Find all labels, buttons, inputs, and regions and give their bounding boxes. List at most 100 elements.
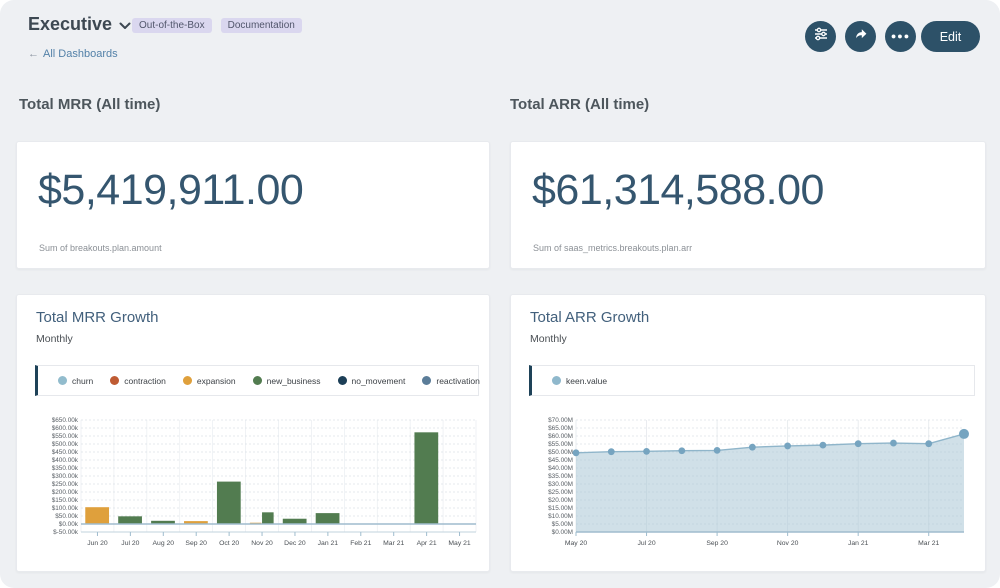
total-mrr-card: $5,419,911.00 Sum of breakouts.plan.amou…	[16, 141, 490, 269]
dashboard-page: Executive Out-of-the-Box Documentation ←…	[0, 0, 1000, 588]
all-dashboards-label: All Dashboards	[43, 48, 118, 60]
svg-text:Mar 21: Mar 21	[383, 540, 404, 547]
svg-text:$400.00k: $400.00k	[52, 457, 79, 464]
legend-dot	[58, 376, 67, 385]
svg-text:Dec 20: Dec 20	[284, 540, 306, 547]
svg-text:Nov 20: Nov 20	[777, 540, 799, 547]
svg-text:May 20: May 20	[565, 540, 588, 547]
legend-label: new_business	[267, 376, 321, 386]
legend-dot	[338, 376, 347, 385]
more-options-button[interactable]: ●●●	[885, 21, 916, 52]
badge-out-of-the-box: Out-of-the-Box	[132, 18, 212, 33]
legend-dot	[110, 376, 119, 385]
legend-label: expansion	[197, 376, 236, 386]
legend-item-churn[interactable]: churn	[58, 376, 93, 386]
svg-text:$25.00M: $25.00M	[548, 489, 573, 496]
svg-text:$15.00M: $15.00M	[548, 505, 573, 512]
svg-text:$10.00M: $10.00M	[548, 513, 573, 520]
mrr-growth-title: Total MRR Growth	[36, 309, 159, 326]
svg-text:Jul 20: Jul 20	[121, 540, 139, 547]
total-arr-subtext: Sum of saas_metrics.breakouts.plan.arr	[533, 243, 692, 253]
mrr-growth-bar-chart: $650.00k$600.00k$550.00k$500.00k$450.00k…	[21, 411, 483, 569]
svg-text:Aug 20: Aug 20	[153, 540, 175, 547]
legend-item-new_business[interactable]: new_business	[253, 376, 321, 386]
svg-text:Sep 20: Sep 20	[185, 540, 207, 547]
legend-dot	[552, 376, 561, 385]
svg-text:$0.00M: $0.00M	[552, 529, 573, 536]
total-mrr-subtext: Sum of breakouts.plan.amount	[39, 243, 162, 253]
badge-documentation: Documentation	[221, 18, 302, 33]
mrr-section-heading: Total MRR (All time)	[19, 96, 160, 113]
chevron-down-icon	[119, 14, 131, 35]
svg-text:$65.00M: $65.00M	[548, 425, 573, 432]
svg-text:May 21: May 21	[448, 540, 471, 547]
legend-label: churn	[72, 376, 93, 386]
arr-growth-area-chart: $70.00M$65.00M$60.00M$55.00M$50.00M$45.0…	[515, 411, 977, 569]
arr-growth-legend: keen.value	[529, 365, 975, 396]
arr-growth-subtitle: Monthly	[530, 333, 567, 345]
svg-text:$250.00k: $250.00k	[52, 481, 79, 488]
mrr-growth-subtitle: Monthly	[36, 333, 73, 345]
svg-text:$100.00k: $100.00k	[52, 505, 79, 512]
svg-text:$55.00M: $55.00M	[548, 441, 573, 448]
svg-text:Nov 20: Nov 20	[251, 540, 273, 547]
svg-text:Jun 20: Jun 20	[87, 540, 108, 547]
legend-item-keen.value[interactable]: keen.value	[552, 376, 607, 386]
legend-dot	[183, 376, 192, 385]
all-dashboards-link[interactable]: ← All Dashboards	[28, 48, 118, 60]
svg-text:$550.00k: $550.00k	[52, 433, 79, 440]
total-arr-card: $61,314,588.00 Sum of saas_metrics.break…	[510, 141, 986, 269]
ellipsis-icon: ●●●	[891, 21, 910, 52]
svg-text:Feb 21: Feb 21	[350, 540, 371, 547]
total-arr-value: $61,314,588.00	[532, 166, 824, 215]
legend-label: keen.value	[566, 376, 607, 386]
svg-text:$450.00k: $450.00k	[52, 449, 79, 456]
svg-text:$500.00k: $500.00k	[52, 441, 79, 448]
mrr-growth-legend: churn contraction expansion new_business no_…	[35, 365, 479, 396]
legend-item-contraction[interactable]: contraction	[110, 376, 166, 386]
svg-text:$5.00M: $5.00M	[552, 521, 573, 528]
svg-text:Sep 20: Sep 20	[706, 540, 728, 547]
svg-text:$350.00k: $350.00k	[52, 465, 79, 472]
svg-text:$-50.00k: $-50.00k	[53, 529, 79, 536]
arr-section-heading: Total ARR (All time)	[510, 96, 649, 113]
svg-text:$600.00k: $600.00k	[52, 425, 79, 432]
arr-growth-card: Total ARR Growth Monthly keen.value $70.…	[510, 294, 986, 572]
svg-text:$30.00M: $30.00M	[548, 481, 573, 488]
legend-label: reactivation	[436, 376, 479, 386]
svg-text:$20.00M: $20.00M	[548, 497, 573, 504]
total-mrr-value: $5,419,911.00	[38, 166, 303, 215]
mrr-growth-card: Total MRR Growth Monthly churn contractio…	[16, 294, 490, 572]
share-button[interactable]	[845, 21, 876, 52]
edit-button[interactable]: Edit	[921, 21, 980, 52]
svg-text:$150.00k: $150.00k	[52, 497, 79, 504]
svg-text:$70.00M: $70.00M	[548, 417, 573, 424]
svg-text:Mar 21: Mar 21	[918, 540, 939, 547]
svg-text:$50.00k: $50.00k	[55, 513, 79, 520]
svg-text:$0.00k: $0.00k	[59, 521, 79, 528]
legend-item-expansion[interactable]: expansion	[183, 376, 236, 386]
legend-dot	[422, 376, 431, 385]
filters-icon	[813, 26, 829, 47]
svg-text:Jan 21: Jan 21	[318, 540, 339, 547]
arr-growth-title: Total ARR Growth	[530, 309, 649, 326]
badge-list: Out-of-the-Box Documentation	[132, 18, 302, 33]
svg-text:$40.00M: $40.00M	[548, 465, 573, 472]
svg-text:$60.00M: $60.00M	[548, 433, 573, 440]
dashboard-title-dropdown[interactable]: Executive	[28, 14, 131, 35]
svg-text:Jan 21: Jan 21	[848, 540, 869, 547]
legend-label: no_movement	[352, 376, 406, 386]
svg-text:$45.00M: $45.00M	[548, 457, 573, 464]
svg-text:Oct 20: Oct 20	[219, 540, 239, 547]
svg-text:$50.00M: $50.00M	[548, 449, 573, 456]
svg-text:Jul 20: Jul 20	[637, 540, 655, 547]
back-arrow-icon: ←	[28, 48, 39, 60]
legend-item-reactivation[interactable]: reactivation	[422, 376, 479, 386]
legend-label: contraction	[124, 376, 166, 386]
svg-text:$650.00k: $650.00k	[52, 417, 79, 424]
legend-item-no_movement[interactable]: no_movement	[338, 376, 406, 386]
dashboard-title: Executive	[28, 14, 112, 35]
svg-text:Apr 21: Apr 21	[417, 540, 437, 547]
filters-button[interactable]	[805, 21, 836, 52]
svg-text:$35.00M: $35.00M	[548, 473, 573, 480]
